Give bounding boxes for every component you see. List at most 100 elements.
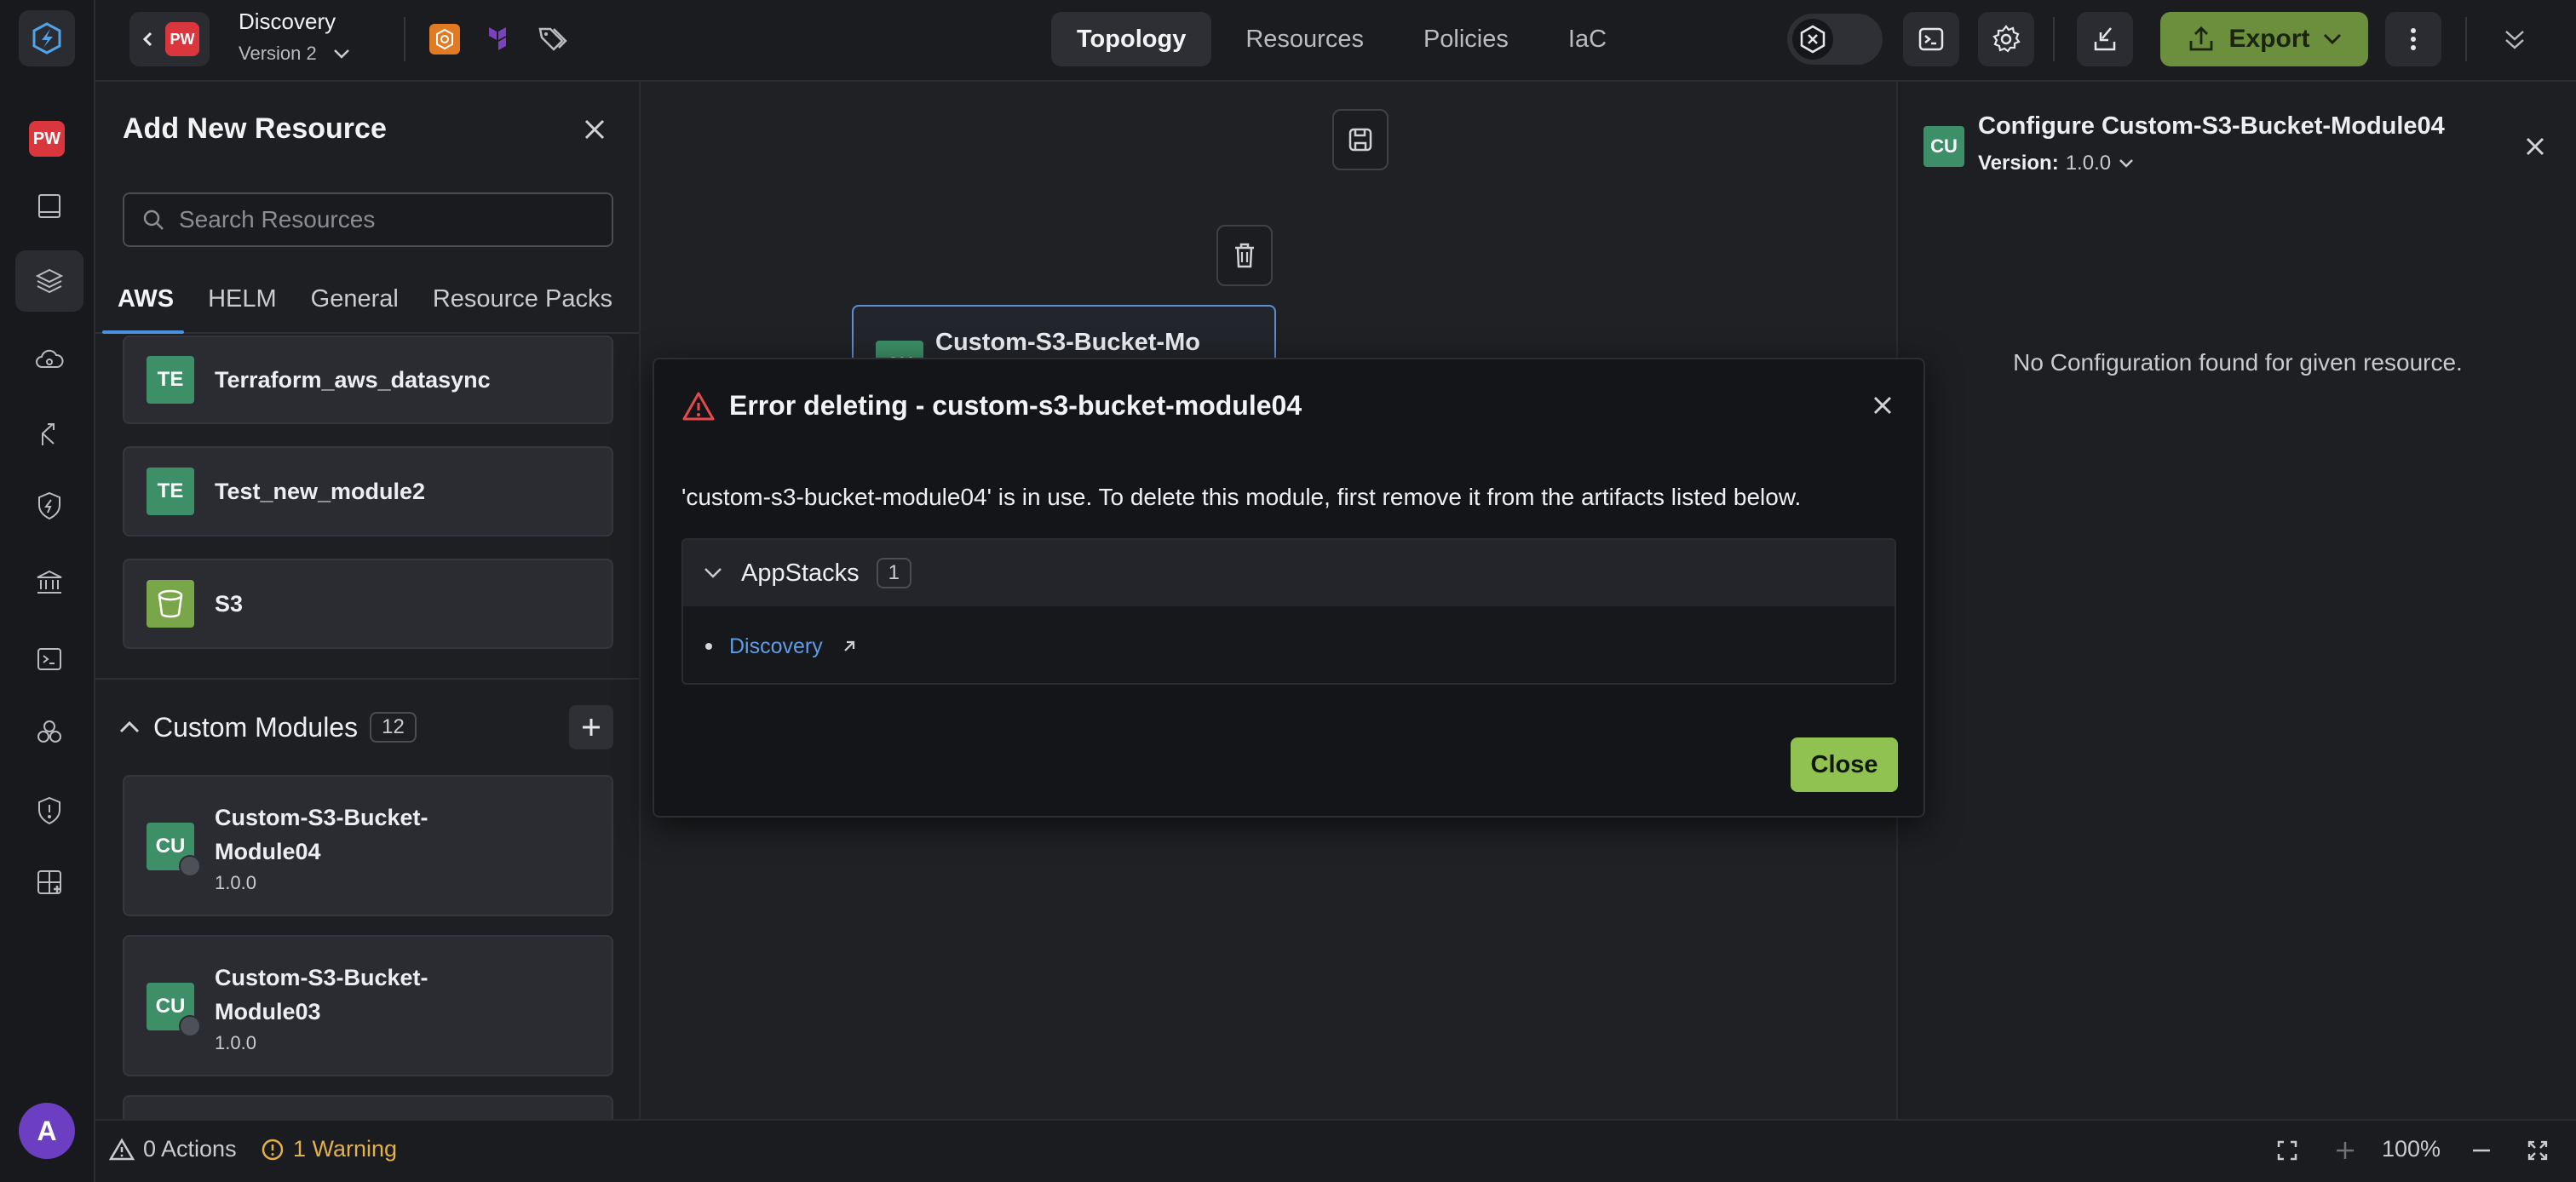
collapse-icon[interactable] (2496, 20, 2533, 58)
add-grid-icon[interactable] (15, 852, 83, 913)
warning-status[interactable]: 1 Warning (261, 1136, 397, 1162)
import-icon (2089, 23, 2121, 55)
custom-module-card[interactable]: CU Custom-S3-Bucket- Module03 1.0.0 (123, 935, 613, 1076)
tab-aws[interactable]: AWS (95, 285, 191, 334)
tab-resources[interactable]: Resources (1220, 12, 1389, 66)
tab-general[interactable]: General (294, 285, 416, 332)
resource-name: Terraform_aws_datasync (215, 367, 491, 393)
terminal-button[interactable] (1903, 12, 1959, 66)
logo-icon[interactable] (19, 10, 75, 66)
fit-screen-icon[interactable] (2276, 1139, 2298, 1162)
empty-message: No Configuration found for given resourc… (2013, 349, 2463, 376)
view-tabs: Topology Resources Policies IaC (1051, 10, 1632, 68)
resource-name: S3 (215, 591, 244, 617)
module-icon: TE (147, 468, 194, 515)
import-button[interactable] (2077, 12, 2133, 66)
module-name-line1: Custom-S3-Bucket- (215, 965, 428, 990)
module-icon-label: CU (155, 835, 186, 858)
cubes-icon[interactable] (15, 702, 83, 763)
module-name-line2: Module03 (215, 999, 321, 1024)
shield-bolt-icon[interactable] (15, 475, 83, 536)
export-button[interactable]: Export (2160, 12, 2368, 66)
tab-resource-packs[interactable]: Resource Packs (416, 285, 630, 332)
branch-icon[interactable] (15, 404, 83, 465)
warning-triangle-icon (681, 390, 716, 424)
bullet (705, 643, 712, 650)
search-box (123, 192, 613, 247)
shield-alert-icon[interactable] (15, 780, 83, 841)
actions-count: 0 Actions (143, 1136, 237, 1162)
more-options-button[interactable] (2385, 12, 2441, 66)
custom-module-card[interactable] (123, 1095, 613, 1119)
divider (404, 17, 405, 61)
trash-icon (1231, 241, 1258, 270)
resource-card[interactable]: TE Test_new_module2 (123, 446, 613, 536)
module-name-line2: Module04 (215, 839, 321, 864)
resource-card[interactable]: S3 (123, 559, 613, 649)
chevron-down-icon (702, 565, 724, 581)
close-button[interactable]: Close (1791, 737, 1898, 792)
external-link-icon[interactable] (840, 637, 859, 656)
chevron-left-icon (141, 29, 155, 49)
version-selector[interactable]: Version: 1.0.0 (1978, 152, 2135, 175)
resource-card[interactable]: TE Terraform_aws_datasync (123, 336, 613, 424)
divider (95, 678, 639, 680)
count-badge: 1 (876, 558, 911, 588)
appstacks-accordion: AppStacks 1 Discovery (681, 538, 1896, 685)
warning-triangle-icon (109, 1138, 135, 1162)
custom-modules-header[interactable]: Custom Modules 12 (118, 703, 620, 751)
module-icon: CU (1923, 126, 1964, 167)
zoom-in-icon[interactable] (2334, 1139, 2356, 1162)
cloud-icon[interactable] (15, 329, 83, 390)
close-icon[interactable] (578, 112, 612, 146)
settings-button[interactable] (1978, 12, 2034, 66)
resource-name: Test_new_module2 (215, 479, 426, 504)
chevron-down-icon (2118, 158, 2135, 169)
tab-iac[interactable]: IaC (1543, 12, 1632, 66)
save-icon (1346, 125, 1375, 154)
terraform-icon[interactable] (480, 20, 518, 58)
bank-icon[interactable] (15, 552, 83, 613)
chevron-down-icon (332, 48, 351, 60)
expression-toggle[interactable] (1787, 14, 1883, 65)
add-resource-panel: Add New Resource AWS HELM General Resour… (95, 82, 641, 1119)
aws-icon[interactable] (426, 20, 463, 58)
delete-button[interactable] (1216, 225, 1273, 286)
module-info: Custom-S3-Bucket- Module03 1.0.0 (215, 961, 428, 1054)
bank-icon (179, 1015, 201, 1037)
bucket-icon (147, 580, 194, 628)
artifact-link[interactable]: Discovery (729, 634, 823, 659)
warning-circle-icon (261, 1138, 285, 1162)
layers-icon[interactable] (15, 250, 83, 312)
version-label: Version 2 (239, 43, 317, 64)
resource-tabs: AWS HELM General Resource Packs (95, 271, 639, 334)
tab-helm[interactable]: HELM (191, 285, 294, 332)
add-module-button[interactable] (569, 705, 613, 749)
save-button[interactable] (1332, 109, 1389, 170)
actions-status[interactable]: 0 Actions (109, 1136, 237, 1162)
version-selector[interactable]: Version 2 (239, 43, 351, 65)
close-icon[interactable] (2520, 131, 2550, 162)
bank-icon (179, 855, 201, 877)
accordion-header[interactable]: AppStacks 1 (683, 540, 1895, 606)
zoom-out-icon[interactable] (2470, 1139, 2493, 1162)
search-input[interactable] (179, 206, 588, 233)
book-icon[interactable] (15, 175, 83, 237)
close-icon[interactable] (1867, 390, 1898, 421)
custom-module-card[interactable]: CU Custom-S3-Bucket- Module04 1.0.0 (123, 775, 613, 916)
dialog-title: Error deleting - custom-s3-bucket-module… (729, 390, 1302, 421)
divider (2465, 17, 2467, 61)
avatar[interactable]: A (19, 1103, 75, 1159)
terminal-icon[interactable] (15, 628, 83, 690)
tab-topology[interactable]: Topology (1051, 12, 1212, 66)
node-name: Custom-S3-Bucket-Mo (935, 329, 1200, 356)
configure-panel: CU Configure Custom-S3-Bucket-Module04 V… (1896, 82, 2576, 1119)
export-label: Export (2228, 25, 2310, 53)
tab-policies[interactable]: Policies (1398, 12, 1534, 66)
project-badge[interactable]: PW (29, 121, 65, 157)
module-icon-label: CU (155, 995, 186, 1018)
back-button[interactable]: PW (129, 12, 210, 66)
fullscreen-icon[interactable] (2527, 1139, 2549, 1162)
tags-icon[interactable] (533, 20, 571, 58)
search-icon (141, 208, 165, 232)
